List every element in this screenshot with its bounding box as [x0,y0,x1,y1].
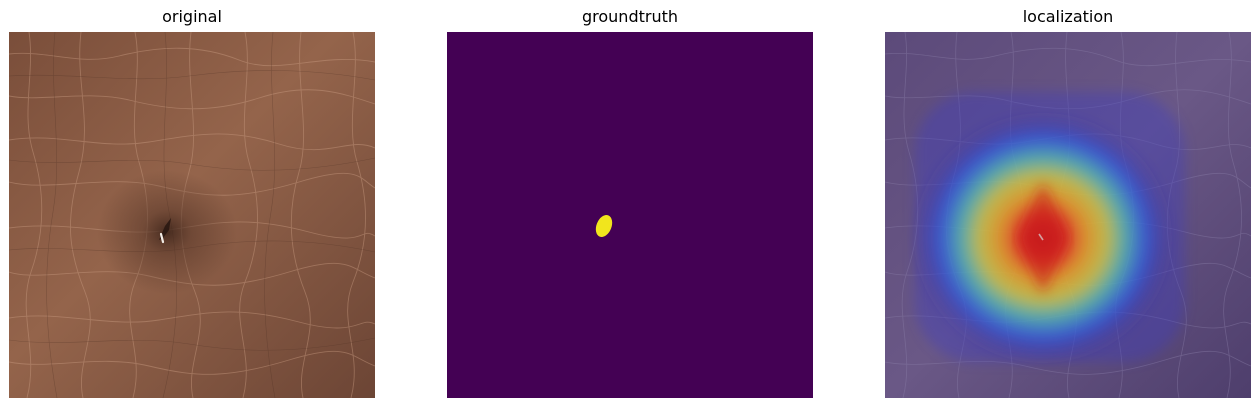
localization-heatmap [885,32,1251,398]
panel-title-localization: localization [1022,7,1114,26]
panel-title-original: original [162,7,222,26]
groundtruth-mask [447,32,813,398]
mask-background [447,32,813,398]
panel-title-groundtruth: groundtruth [581,7,678,26]
original-image [9,32,375,398]
